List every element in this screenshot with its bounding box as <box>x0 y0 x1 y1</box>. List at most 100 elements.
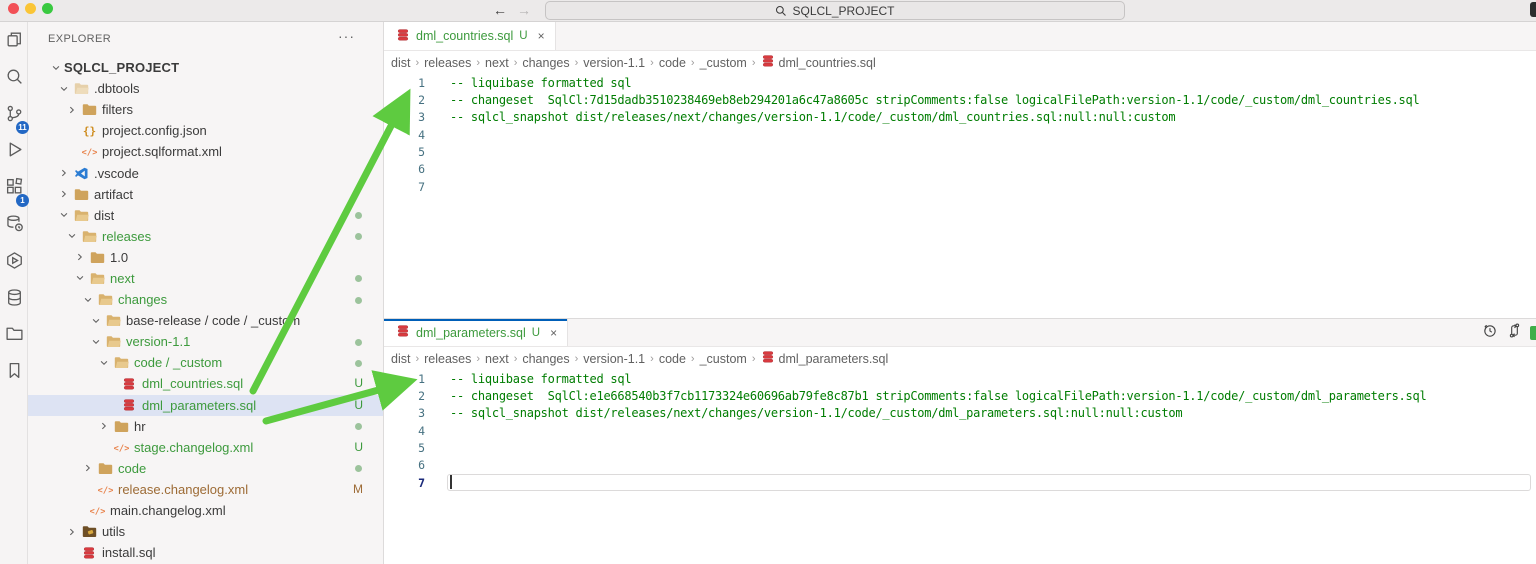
window-control-partial <box>1530 2 1536 17</box>
git-modified-dot <box>355 359 362 367</box>
breadcrumb-item[interactable]: version-1.1 <box>583 352 645 366</box>
chevron-down-icon[interactable] <box>56 82 72 96</box>
tree-item[interactable]: </> project.sqlformat.xml <box>28 141 383 162</box>
chevron-down-icon[interactable] <box>64 229 80 243</box>
breadcrumb-item[interactable]: changes <box>522 56 569 70</box>
breadcrumb-item[interactable]: code <box>659 352 686 366</box>
minimize-window-button[interactable] <box>25 3 36 14</box>
activity-bar-item-source-control[interactable]: 11 <box>0 101 29 134</box>
git-modified-dot <box>355 338 362 346</box>
chevron-right-icon[interactable] <box>72 250 88 264</box>
tree-item[interactable]: </> main.changelog.xml <box>28 500 383 521</box>
chevron-right-icon[interactable] <box>64 103 80 117</box>
breadcrumb-item[interactable]: releases <box>424 352 471 366</box>
code-editor[interactable]: 1 -- liquibase formatted sql 2 -- changeset… <box>384 370 1536 492</box>
activity-bar-item-folder[interactable] <box>0 321 28 351</box>
chevron-right-icon[interactable] <box>56 166 72 180</box>
xml-file-icon: </> <box>96 482 114 496</box>
tab-close-icon[interactable]: × <box>538 29 545 43</box>
activity-bar-item-extensions-blocks[interactable]: 1 <box>0 174 29 208</box>
maximize-window-button[interactable] <box>42 3 53 14</box>
code-editor[interactable]: 1 -- liquibase formatted sql 2 -- changeset… <box>384 74 1536 196</box>
tree-item[interactable]: </> stage.changelog.xml U <box>28 437 383 458</box>
activity-bar-item-database-history[interactable] <box>0 211 28 241</box>
breadcrumb-item[interactable]: next <box>485 352 509 366</box>
tree-item[interactable]: .vscode <box>28 162 383 183</box>
chevron-down-icon[interactable] <box>56 208 72 222</box>
breadcrumb-item[interactable]: releases <box>424 56 471 70</box>
activity-bar-item-search[interactable] <box>0 64 28 94</box>
tree-item[interactable]: dml_countries.sql U <box>28 373 383 394</box>
tree-item[interactable]: releases <box>28 226 383 247</box>
command-center-search[interactable]: SQLCL_PROJECT <box>545 1 1125 20</box>
breadcrumb-item[interactable]: dist <box>391 56 410 70</box>
tree-item[interactable]: version-1.1 <box>28 331 383 352</box>
tree-item[interactable]: filters <box>28 99 383 120</box>
tree-item[interactable]: artifact <box>28 184 383 205</box>
breadcrumb-item[interactable]: dist <box>391 352 410 366</box>
tree-item[interactable]: changes <box>28 289 383 310</box>
activity-bar-item-database[interactable] <box>0 285 28 315</box>
tree-item[interactable]: dist <box>28 205 383 226</box>
activity-bar-item-bookmark[interactable] <box>0 358 28 388</box>
chevron-down-icon[interactable] <box>72 271 88 285</box>
breadcrumb-item[interactable]: next <box>485 56 509 70</box>
tree-item[interactable]: dml_parameters.sql U <box>28 394 383 416</box>
breadcrumb: dist › releases › next › changes › version-1.1 › c… <box>384 347 1536 370</box>
chevron-right-icon[interactable] <box>96 419 112 433</box>
close-window-button[interactable] <box>8 3 19 14</box>
run-button-partial[interactable] <box>1530 326 1536 340</box>
tree-item[interactable]: install.sql <box>28 542 383 563</box>
breadcrumb-item[interactable]: code <box>659 56 686 70</box>
nav-forward-button[interactable]: → <box>514 0 534 22</box>
chevron-right-icon[interactable] <box>64 525 80 539</box>
folder-open-icon <box>96 293 114 307</box>
tree-item[interactable]: 1.0 <box>28 247 383 268</box>
vscode-window: ← → SQLCL_PROJECT 11 1 EXPLORER ··· SQLCL… <box>0 0 1536 564</box>
explorer-more-actions-button[interactable]: ··· <box>338 28 355 44</box>
chevron-down-icon[interactable] <box>48 61 64 75</box>
timeline-history-icon[interactable] <box>1482 323 1497 343</box>
chevron-down-icon[interactable] <box>88 335 104 349</box>
compare-changes-icon[interactable] <box>1507 322 1522 343</box>
tree-item[interactable]: base-release / code / _custom <box>28 310 383 331</box>
breadcrumb-item[interactable]: _custom <box>700 352 747 366</box>
chevron-right-icon[interactable] <box>56 187 72 201</box>
chevron-down-icon[interactable] <box>80 293 96 307</box>
tree-item[interactable]: {} project.config.json <box>28 120 383 141</box>
tree-item[interactable]: </> release.changelog.xml M <box>28 479 383 500</box>
sql-database-icon <box>761 54 775 71</box>
tree-item[interactable]: code <box>28 458 383 479</box>
activity-bar-item-box-play[interactable] <box>0 248 28 278</box>
tree-item-label: project.sqlformat.xml <box>102 144 222 160</box>
line-number: 5 <box>418 440 425 455</box>
activity-bar-item-run-debug[interactable] <box>0 137 28 167</box>
tree-item[interactable]: utils <box>28 521 383 542</box>
breadcrumb-item[interactable]: changes <box>522 352 569 366</box>
tree-item[interactable]: .dbtools <box>28 78 383 99</box>
code-line-text: -- liquibase formatted sql <box>450 75 632 90</box>
tree-item[interactable]: hr <box>28 416 383 437</box>
tree-item[interactable]: code / _custom <box>28 352 383 373</box>
tree-root-item[interactable]: SQLCL_PROJECT <box>28 57 383 78</box>
chevron-down-icon[interactable] <box>96 356 112 370</box>
breadcrumb-item[interactable]: dml_parameters.sql <box>761 350 888 367</box>
tab-dml_countries.sql[interactable]: dml_countries.sql U × <box>384 22 556 50</box>
svg-text:</>: </> <box>98 486 113 496</box>
tree-item[interactable]: next <box>28 268 383 289</box>
folder-icon <box>80 103 98 117</box>
database-icon <box>5 288 24 312</box>
tab-dml_parameters.sql[interactable]: dml_parameters.sql U × <box>384 319 569 346</box>
breadcrumb-item[interactable]: dml_countries.sql <box>761 54 876 71</box>
tab-close-icon[interactable]: × <box>550 326 557 340</box>
breadcrumb-item[interactable]: _custom <box>700 56 747 70</box>
chevron-right-icon[interactable] <box>80 461 96 475</box>
folder-icon <box>112 419 130 433</box>
nav-back-button[interactable]: ← <box>490 0 510 22</box>
breadcrumb-item[interactable]: version-1.1 <box>583 56 645 70</box>
utils-folder-icon <box>80 525 98 539</box>
activity-bar-item-files[interactable] <box>0 27 28 57</box>
chevron-down-icon[interactable] <box>88 314 104 328</box>
tab-bar: dml_countries.sql U × <box>384 22 1536 51</box>
